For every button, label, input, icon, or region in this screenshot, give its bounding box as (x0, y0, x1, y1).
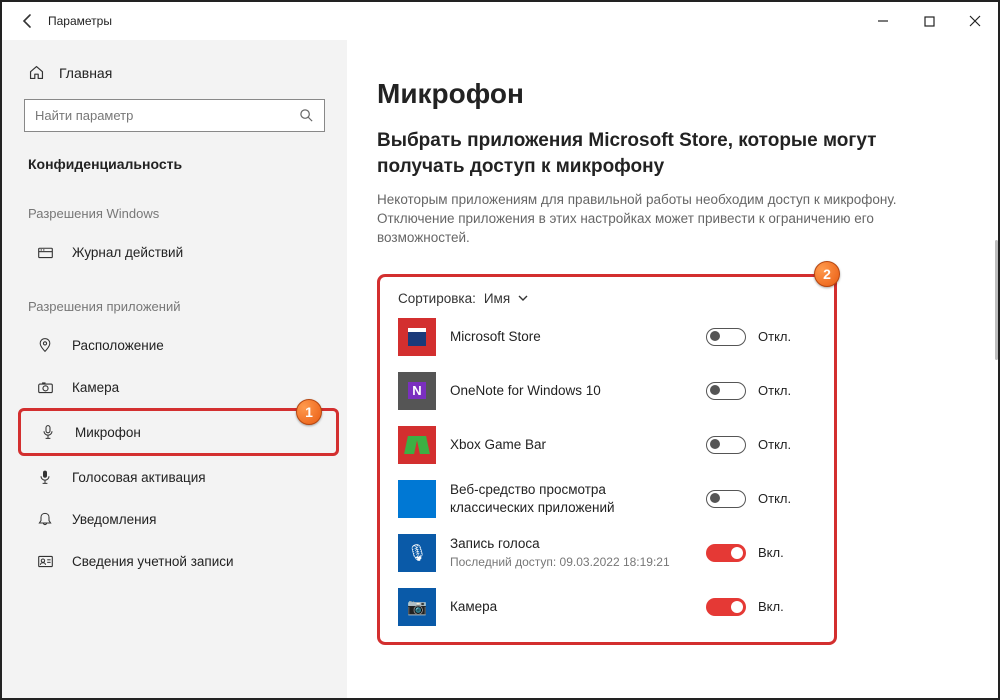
minimize-button[interactable] (860, 2, 906, 40)
sidebar-item-camera[interactable]: Камера (2, 366, 347, 408)
app-row: OneNote for Windows 10 Откл. (398, 372, 816, 410)
voice-activation-icon (36, 468, 54, 486)
toggle-switch[interactable] (706, 382, 746, 400)
app-permissions-list: 2 Сортировка: Имя Microsoft Store Откл. (377, 274, 837, 645)
sort-selector[interactable]: Сортировка: Имя (398, 291, 816, 306)
home-label: Главная (59, 65, 112, 81)
app-row: Xbox Game Bar Откл. (398, 426, 816, 464)
sidebar-item-label: Расположение (72, 338, 164, 353)
toggle-status: Откл. (758, 383, 791, 398)
toggle-switch[interactable] (706, 490, 746, 508)
annotation-badge-2: 2 (814, 261, 840, 287)
search-input[interactable]: Найти параметр (24, 99, 325, 132)
scrollbar[interactable] (995, 240, 998, 360)
page-title: Микрофон (377, 78, 968, 110)
maximize-button[interactable] (906, 2, 952, 40)
toggle-status: Откл. (758, 329, 791, 344)
toggle-status: Откл. (758, 437, 791, 452)
close-button[interactable] (952, 2, 998, 40)
home-icon (28, 64, 45, 81)
notifications-icon (36, 510, 54, 528)
main-content: Микрофон Выбрать приложения Microsoft St… (347, 40, 998, 698)
app-icon-xbox-game-bar (398, 426, 436, 464)
toggle-switch[interactable] (706, 436, 746, 454)
location-icon (36, 336, 54, 354)
app-icon-desktop-app-web-viewer (398, 480, 436, 518)
app-row: Камера Вкл. (398, 588, 816, 626)
settings-window: Параметры Главная Найти параметр (0, 0, 1000, 700)
annotation-badge-1: 1 (296, 399, 322, 425)
home-link[interactable]: Главная (2, 54, 347, 91)
toggle-switch[interactable] (706, 328, 746, 346)
section-heading: Выбрать приложения Microsoft Store, кото… (377, 128, 897, 179)
app-name: Xbox Game Bar (450, 436, 692, 454)
chevron-down-icon (518, 294, 528, 302)
sidebar-item-location[interactable]: Расположение (2, 324, 347, 366)
toggle-switch[interactable] (706, 598, 746, 616)
app-row: Запись голоса Последний доступ: 09.03.20… (398, 534, 816, 572)
app-icon-onenote (398, 372, 436, 410)
sidebar-item-activity[interactable]: Журнал действий (2, 231, 347, 273)
sidebar-item-account-info[interactable]: Сведения учетной записи (2, 540, 347, 582)
sidebar-item-label: Микрофон (75, 425, 141, 440)
toggle-status: Откл. (758, 491, 791, 506)
sidebar-item-microphone[interactable]: Микрофон 1 (18, 408, 339, 456)
sidebar-item-label: Уведомления (72, 512, 156, 527)
app-icon-camera (398, 588, 436, 626)
toggle-switch[interactable] (706, 544, 746, 562)
app-name: Камера (450, 598, 692, 616)
sidebar: Главная Найти параметр Конфиденциальност… (2, 40, 347, 698)
window-title: Параметры (48, 14, 112, 28)
search-placeholder: Найти параметр (35, 108, 133, 123)
sidebar-item-label: Голосовая активация (72, 470, 206, 485)
sort-value: Имя (484, 291, 510, 306)
toggle-status: Вкл. (758, 599, 784, 614)
group-app-permissions: Разрешения приложений (2, 287, 347, 324)
app-name: Запись голоса (450, 535, 692, 553)
sidebar-item-voice-activation[interactable]: Голосовая активация (2, 456, 347, 498)
sidebar-item-notifications[interactable]: Уведомления (2, 498, 347, 540)
app-last-access: Последний доступ: 09.03.2022 18:19:21 (450, 555, 692, 571)
microphone-icon (39, 423, 57, 441)
app-name: Microsoft Store (450, 328, 692, 346)
back-button[interactable] (8, 2, 48, 40)
search-icon (299, 108, 314, 123)
toggle-status: Вкл. (758, 545, 784, 560)
app-icon-microsoft-store (398, 318, 436, 356)
group-windows-permissions: Разрешения Windows (2, 194, 347, 231)
window-controls (860, 2, 998, 40)
app-row: Веб-средство просмотра классических прил… (398, 480, 816, 518)
app-name: OneNote for Windows 10 (450, 382, 692, 400)
app-row: Microsoft Store Откл. (398, 318, 816, 356)
category-heading: Конфиденциальность (2, 150, 347, 194)
app-name: Веб-средство просмотра классических прил… (450, 481, 692, 516)
sort-label: Сортировка: (398, 291, 476, 306)
titlebar: Параметры (2, 2, 998, 40)
sidebar-item-label: Сведения учетной записи (72, 554, 234, 569)
app-icon-voice-recorder (398, 534, 436, 572)
sidebar-item-label: Журнал действий (72, 245, 183, 260)
section-description: Некоторым приложениям для правильной раб… (377, 191, 917, 248)
activity-icon (36, 243, 54, 261)
sidebar-item-label: Камера (72, 380, 119, 395)
account-icon (36, 552, 54, 570)
camera-icon (36, 378, 54, 396)
